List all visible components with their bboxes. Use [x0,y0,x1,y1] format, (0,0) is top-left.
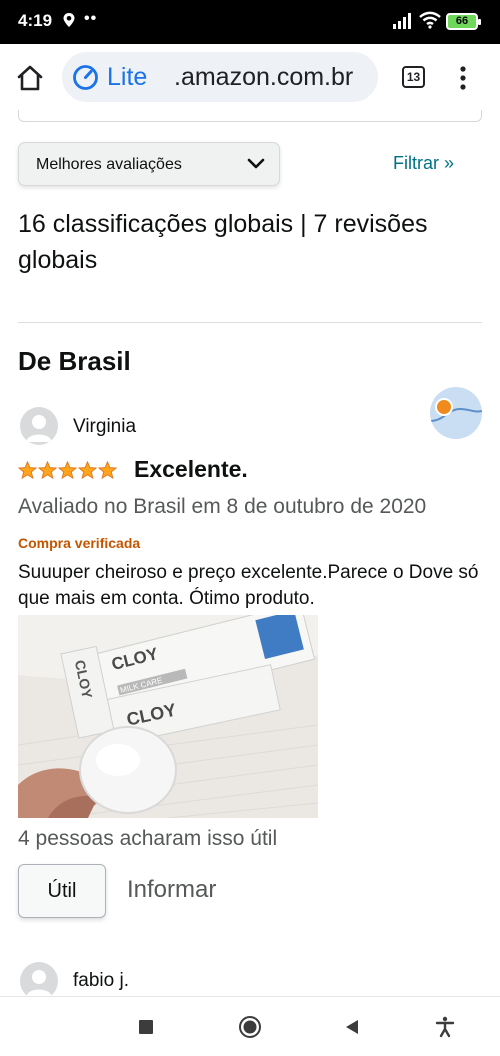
circle-icon[interactable] [238,1015,262,1039]
person-icon [26,970,52,996]
back-triangle-icon[interactable] [340,1015,364,1039]
battery-icon: 66 [446,13,481,30]
reviewer-avatar[interactable] [20,407,58,445]
star-icon [18,461,37,480]
sort-selected-value: Melhores avaliações [36,156,182,173]
status-time: 4:19 [18,11,53,30]
search-field-edge[interactable] [18,110,482,122]
reviewer-name[interactable]: fabio j. [73,970,129,992]
star-icon [98,461,117,480]
review-body: Suuuper cheiroso e preço excelente.Parec… [18,562,479,609]
status-notification-dots: •• [84,10,98,27]
page-content: Melhores avaliações Filtrar » 16 classif… [0,110,500,996]
useful-button[interactable]: Útil [18,864,106,918]
more-vert-icon[interactable] [453,64,473,92]
browser-toolbar: Lite .amazon.com.br 13 [0,44,500,110]
reviewer-avatar[interactable] [20,962,58,996]
review-date: Avaliado no Brasil em 8 de outubro de 20… [18,495,427,518]
section-divider [18,322,482,323]
square-icon[interactable] [134,1015,158,1039]
chevron-down-icon [247,158,265,169]
lite-mode-label: Lite [107,63,148,91]
home-icon[interactable] [14,62,46,94]
floating-bubble-icon[interactable] [430,387,482,439]
person-icon [26,415,52,442]
verified-purchase-badge: Compra verificada [18,535,141,551]
review-title[interactable]: Excelente. [134,456,248,483]
filter-link[interactable]: Filtrar » [393,153,454,174]
system-nav-bar [0,996,500,1056]
status-bar: 4:19 •• 66 [0,0,500,44]
reviewer-name[interactable]: Virginia [73,416,136,438]
ratings-summary: 16 classificações globais | 7 revisões g… [18,210,428,274]
accessibility-icon[interactable] [433,1015,457,1039]
report-link[interactable]: Informar [127,876,216,904]
url-text: .amazon.com.br [174,63,354,91]
tab-switcher-button[interactable]: 13 [402,66,425,88]
wifi-icon [419,11,441,29]
helpful-count: 4 pessoas acharam isso útil [18,827,278,850]
section-title: De Brasil [18,346,131,376]
star-icon [58,461,77,480]
lite-speed-icon [73,65,98,90]
review-photo-illustration: CLOY MILK CARE CLOY CLOY [18,615,318,818]
star-icon [38,461,57,480]
location-pin-icon [63,13,75,27]
review-photo[interactable]: CLOY MILK CARE CLOY CLOY [18,615,318,818]
star-icon [78,461,97,480]
star-rating [18,461,117,480]
sort-dropdown[interactable]: Melhores avaliações [18,142,280,186]
signal-icon [393,13,411,29]
address-bar[interactable]: Lite .amazon.com.br [62,52,378,102]
